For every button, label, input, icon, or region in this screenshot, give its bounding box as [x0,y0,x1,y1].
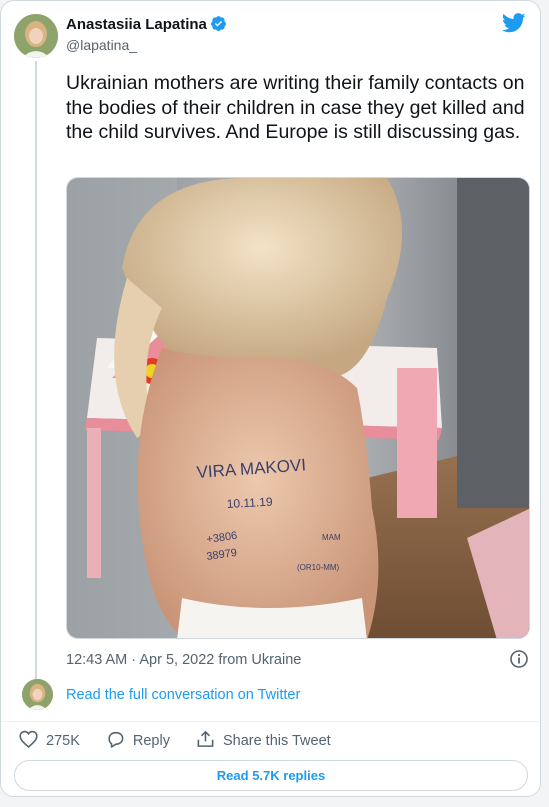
tweet-text: Ukrainian mothers are writing their fami… [66,72,525,143]
reply-label: Reply [132,733,170,749]
twitter-bird-icon[interactable] [501,13,526,38]
photo-writing-date: 10.11.19 [226,495,273,511]
author-name[interactable]: Anastasiia Lapatina [66,15,227,36]
thread-line [35,61,37,679]
like-button[interactable]: 275K [19,730,80,752]
conversation-avatar[interactable] [22,679,53,710]
divider [1,721,540,722]
share-icon [196,730,223,752]
author-handle[interactable]: @lapatina_ [66,37,137,53]
heart-icon [19,730,46,752]
author-avatar[interactable] [14,14,58,58]
reply-icon [106,730,133,752]
photo-writing-label2: (OR10-MM) [297,563,340,572]
read-replies-button[interactable]: Read 5.7K replies [14,760,528,791]
tweet-card: Anastasiia Lapatina @lapatina_ Ukrainian… [0,0,541,797]
info-icon[interactable] [509,649,529,674]
author-name-text[interactable]: Anastasiia Lapatina [66,16,207,33]
tweet-timestamp[interactable]: 12:43 AM · Apr 5, 2022 from Ukraine [66,652,301,668]
share-label: Share this Tweet [222,733,331,749]
reply-button[interactable]: Reply [106,730,170,752]
tweet-photo[interactable]: VIRA MAKOVI 10.11.19 +3806 38979 MAM (OR… [66,177,530,639]
verified-badge-icon [210,15,227,36]
like-count: 275K [46,733,80,749]
tweet-actions: 275K Reply Share this Tweet [19,730,357,752]
read-full-conversation-link[interactable]: Read the full conversation on Twitter [66,687,300,703]
photo-writing-label1: MAM [322,533,341,542]
share-button[interactable]: Share this Tweet [196,730,331,752]
